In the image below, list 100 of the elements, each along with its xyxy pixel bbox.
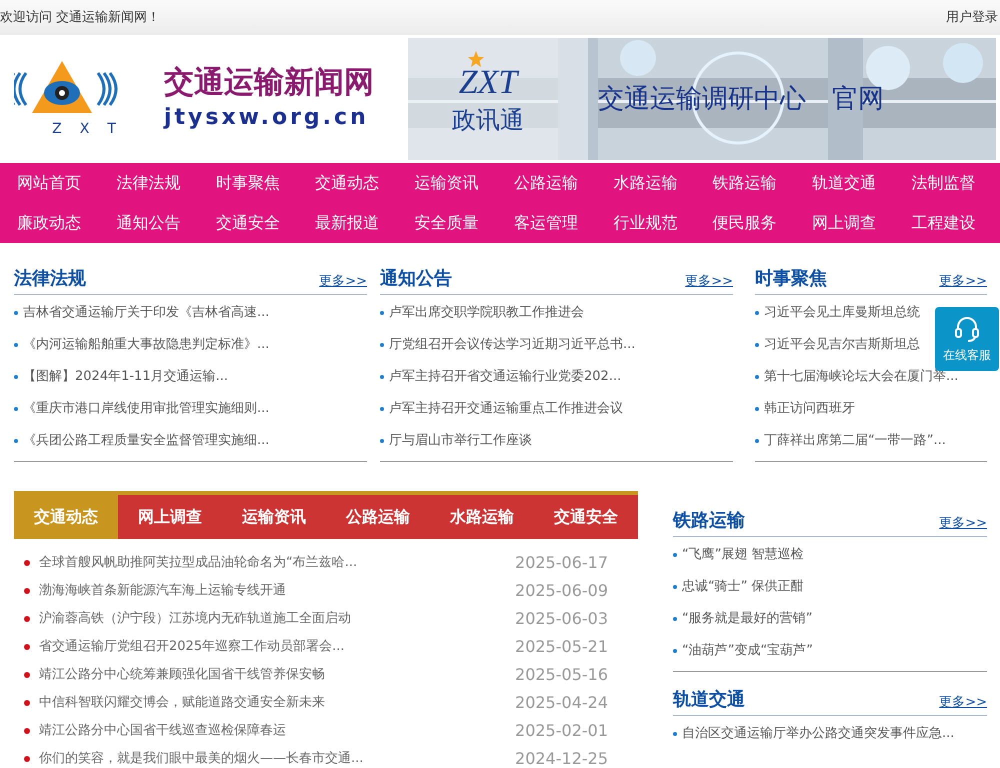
login-link[interactable]: 用户登录	[946, 8, 1000, 28]
more-link[interactable]: 更多>>	[319, 275, 367, 288]
bullet-icon	[755, 407, 759, 411]
news-link[interactable]: 靖江公路分中心国省干线巡查巡检保障春运	[39, 721, 516, 741]
news-link[interactable]: 卢军出席交职学院职教工作推进会	[389, 303, 584, 323]
news-link[interactable]: 你们的笑容，就是我们眼中最美的烟火——长春市交通...	[39, 749, 516, 768]
bullet-icon	[380, 311, 384, 315]
nav-item[interactable]: 交通安全	[198, 203, 298, 243]
section-title: 通知公告	[380, 270, 452, 288]
bullet-icon	[14, 311, 18, 315]
nav-item[interactable]: 网站首页	[0, 163, 100, 203]
news-link[interactable]: “油葫芦”变成“宝葫芦”	[682, 641, 813, 661]
news-link[interactable]: 忠诚“骑士” 保供正酣	[682, 577, 804, 597]
news-link[interactable]: “服务就是最好的营销”	[682, 609, 812, 629]
service-button[interactable]: 在线客服	[935, 307, 999, 371]
bullet-icon	[24, 672, 30, 678]
nav-item[interactable]: 通知公告	[99, 203, 199, 243]
section-title: 法律法规	[14, 270, 86, 288]
logo-letter: X	[80, 120, 90, 138]
nav-item[interactable]: 最新报道	[298, 203, 398, 243]
nav-item[interactable]: 时事聚焦	[198, 163, 298, 203]
more-link[interactable]: 更多>>	[939, 696, 987, 709]
bullet-icon	[14, 407, 18, 411]
bullet-icon	[673, 649, 677, 653]
news-link[interactable]: 习近平会见吉尔吉斯斯坦总	[764, 335, 920, 355]
news-date: 2025-06-09	[515, 580, 608, 602]
nav-item[interactable]: 公路运输	[496, 163, 596, 203]
nav-item[interactable]: 网上调查	[795, 203, 895, 243]
bullet-icon	[673, 732, 677, 736]
news-link[interactable]: 韩正访问西班牙	[764, 399, 855, 419]
bullet-icon	[24, 560, 30, 566]
news-date: 2025-05-21	[515, 636, 608, 658]
news-link[interactable]: 靖江公路分中心统筹兼顾强化国省干线管养保安畅	[39, 665, 516, 685]
news-link[interactable]: 吉林省交通运输厅关于印发《吉林省高速...	[23, 303, 270, 323]
news-link[interactable]: 中信科智联闪耀交博会，赋能道路交通安全新未来	[39, 693, 516, 713]
bullet-icon	[380, 439, 384, 443]
news-link[interactable]: 《内河运输船舶重大事故隐患判定标准》...	[23, 335, 270, 355]
news-date: 2025-05-16	[515, 664, 608, 686]
news-link[interactable]: 《重庆市港口岸线使用审批管理实施细则...	[23, 399, 270, 419]
nav-item[interactable]: 客运管理	[496, 203, 596, 243]
bullet-icon	[380, 343, 384, 347]
bullet-icon	[24, 616, 30, 622]
bullet-icon	[24, 700, 30, 706]
nav-item[interactable]: 运输资讯	[398, 163, 497, 203]
news-link[interactable]: “飞鹰”展翅 智慧巡检	[682, 545, 804, 565]
nav-item[interactable]: 行业规范	[596, 203, 696, 243]
nav-item[interactable]: 安全质量	[398, 203, 497, 243]
news-link[interactable]: 习近平会见土库曼斯坦总统	[764, 303, 920, 323]
bullet-icon	[24, 644, 30, 650]
nav-item[interactable]: 铁路运输	[696, 163, 796, 203]
star-icon	[466, 50, 485, 68]
news-date: 2024-12-25	[515, 748, 608, 768]
banner-title: 官网	[832, 82, 884, 116]
bullet-icon	[24, 728, 30, 734]
more-link[interactable]: 更多>>	[939, 275, 987, 288]
logo-letter: Z	[52, 120, 62, 138]
bullet-icon	[24, 588, 30, 594]
logo-letter: T	[107, 120, 116, 138]
nav-item[interactable]: 法制监督	[894, 163, 994, 203]
news-date: 2025-06-03	[515, 608, 608, 630]
news-link[interactable]: 省交通运输厅党组召开2025年巡察工作动员部署会...	[39, 637, 516, 657]
bullet-icon	[14, 343, 18, 347]
bullet-icon	[24, 756, 30, 762]
bullet-icon	[673, 553, 677, 557]
nav-item[interactable]: 廉政动态	[0, 203, 100, 243]
site-name: 交通运输新闻网	[164, 64, 374, 102]
nav-item[interactable]: 法律法规	[99, 163, 199, 203]
bullet-icon	[673, 585, 677, 589]
section-title: 铁路运输	[673, 512, 745, 530]
nav-item[interactable]: 便民服务	[696, 203, 796, 243]
news-link[interactable]: 《兵团公路工程质量安全监督管理实施细...	[23, 431, 270, 451]
news-date: 2025-04-24	[515, 692, 608, 714]
news-link[interactable]: 丁薛祥出席第二届“一带一路”...	[764, 431, 946, 451]
news-link[interactable]: 卢军主持召开省交通运输行业党委202...	[389, 367, 622, 387]
news-link[interactable]: 卢军主持召开交通运输重点工作推进会议	[389, 399, 623, 419]
nav-item[interactable]: 轨道交通	[795, 163, 895, 203]
brand-name: 政讯通	[452, 108, 524, 132]
nav-item[interactable]: 工程建设	[894, 203, 994, 243]
news-link[interactable]: 厅党组召开会议传达学习近期习近平总书...	[389, 335, 636, 355]
news-date: 2025-02-01	[515, 720, 608, 742]
bullet-icon	[380, 375, 384, 379]
bullet-icon	[755, 439, 759, 443]
bullet-icon	[14, 439, 18, 443]
news-link[interactable]: 【图解】2024年1-11月交通运输...	[23, 367, 228, 387]
welcome-text: 欢迎访问 交通运输新闻网！	[0, 8, 160, 27]
news-link[interactable]: 自治区交通运输厅举办公路交通突发事件应急...	[682, 724, 954, 744]
more-link[interactable]: 更多>>	[685, 275, 733, 288]
brand-logo: ZXT	[458, 66, 518, 100]
news-link[interactable]: 沪渝蓉高铁（沪宁段）江苏境内无砟轨道施工全面启动	[39, 609, 516, 629]
more-link[interactable]: 更多>>	[939, 517, 987, 530]
news-link[interactable]: 厅与眉山市举行工作座谈	[389, 431, 532, 451]
nav-item[interactable]: 水路运输	[596, 163, 696, 203]
bullet-icon	[380, 407, 384, 411]
bullet-icon	[673, 617, 677, 621]
news-link[interactable]: 渤海海峡首条新能源汽车海上运输专线开通	[39, 581, 516, 601]
bullet-icon	[755, 343, 759, 347]
news-link[interactable]: 全球首艘风帆助推阿芙拉型成品油轮命名为“布兰兹哈...	[39, 553, 516, 573]
section-title: 时事聚焦	[755, 270, 827, 288]
bullet-icon	[755, 375, 759, 379]
nav-item[interactable]: 交通动态	[298, 163, 398, 203]
